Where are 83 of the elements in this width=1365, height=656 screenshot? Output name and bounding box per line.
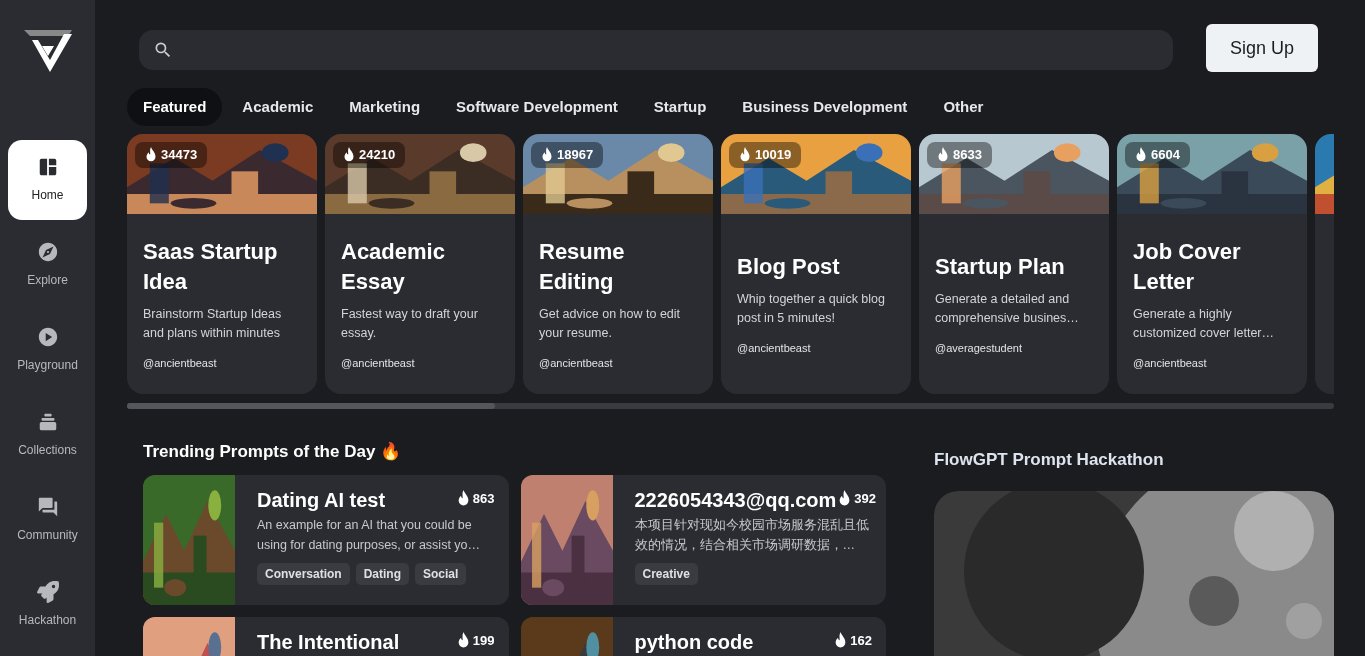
trending-card[interactable]: 2226054343@qq.com 392 本项目针对现如今校园市场服务混乱且低效的情况，结合相关市场调研数据，… Creative: [520, 474, 886, 605]
nav-item[interactable]: Community: [8, 480, 87, 560]
tag[interactable]: Conversation: [257, 562, 350, 585]
tag[interactable]: Social: [415, 562, 467, 585]
nav-item[interactable]: Playground: [8, 310, 87, 390]
view-count: 34473: [161, 146, 198, 164]
card-description: Generate a detailed and comprehensive busines…: [935, 290, 1080, 327]
card-title: The Intentional: [257, 629, 400, 655]
search-field[interactable]: [139, 30, 1173, 70]
flame-icon: [343, 147, 355, 163]
prompt-card[interactable]: 34473 Saas Startup Idea Brainstorm Startup Ideas and plans within minutes @ancientbeast: [127, 134, 317, 394]
card-description: An example for an AI that you could be using for dating purposes, or assist yo…: [257, 516, 482, 554]
card-title: Saas Startup Idea: [143, 237, 279, 296]
flame-icon: [937, 147, 949, 163]
tag[interactable]: Dating: [355, 562, 410, 585]
flame-icon: [838, 490, 852, 507]
view-count: 162: [850, 631, 872, 650]
sign-up-button[interactable]: Sign Up: [1206, 24, 1318, 72]
prompt-card[interactable]: 8633 Startup Plan Generate a detailed and comprehensive busines… @averagestudent: [919, 134, 1109, 394]
flame-icon: [739, 147, 751, 163]
card-title: Academic Essay: [341, 237, 446, 296]
card-author: @averagestudent: [935, 340, 1023, 356]
card-description: Generate a highly customized cover letter…: [1133, 305, 1276, 342]
view-count: 10019: [755, 146, 792, 164]
view-count: 863: [472, 489, 495, 508]
view-count: 24210: [359, 146, 396, 164]
scrollbar-thumb[interactable]: [127, 403, 495, 409]
card-description: Whip together a quick blog post in 5 minutes!: [737, 290, 886, 327]
card-title: Job Cover Letter: [1133, 237, 1242, 296]
trending-card[interactable]: python code 162: [520, 616, 886, 656]
card-title: Resume Editing: [539, 237, 626, 296]
card-author: @ancientbeast: [341, 355, 416, 371]
category-tab[interactable]: Marketing: [333, 88, 437, 126]
category-tab[interactable]: Other: [927, 88, 1000, 126]
card-author: @ancientbeast: [539, 355, 614, 371]
prompt-card[interactable]: 24210 Academic Essay Fastest way to draft your essay. @ancientbeast: [325, 134, 515, 394]
card-title: Startup Plan: [935, 252, 1066, 281]
card-description: Fastest way to draft your essay.: [341, 305, 479, 342]
category-tab[interactable]: Academic: [226, 88, 330, 126]
prompt-card[interactable]: 6604 Job Cover Letter Generate a highly customized cover letter… @ancientbeast: [1117, 134, 1307, 394]
flame-icon: [541, 147, 553, 163]
play-icon: [36, 326, 59, 348]
prompt-card[interactable]: 10019 Blog Post Whip together a quick blog post in 5 minutes! @ancientbeast: [721, 134, 911, 394]
search-icon: [153, 40, 173, 60]
view-count: 199: [472, 631, 495, 650]
category-tab[interactable]: Featured: [127, 88, 223, 126]
flame-icon: [145, 147, 157, 163]
scrollbar-track[interactable]: [127, 403, 1334, 409]
category-tab[interactable]: Startup: [637, 88, 723, 126]
nav-item[interactable]: Hackathon: [8, 565, 87, 645]
category-tab[interactable]: Business Development: [726, 88, 924, 126]
compass-icon: [36, 241, 59, 263]
card-description: 本项目针对现如今校园市场服务混乱且低效的情况，结合相关市场调研数据，…: [634, 516, 870, 554]
card-author: @ancientbeast: [143, 355, 218, 371]
view-count: 6604: [1151, 146, 1180, 164]
nav-item[interactable]: Home: [8, 140, 87, 220]
view-count: 8633: [953, 146, 982, 164]
card-title: Blog Post: [737, 252, 841, 281]
card-title: 2226054343@qq.com: [634, 487, 837, 513]
section-title: Trending Prompts of the Day 🔥: [143, 441, 403, 463]
card-author: @ancientbeast: [737, 340, 812, 356]
flame-icon: [456, 490, 470, 507]
flame-icon: [834, 632, 848, 649]
nav-item[interactable]: Explore: [8, 225, 87, 305]
card-author: @ancientbeast: [1133, 355, 1208, 371]
view-count: 18967: [557, 146, 594, 164]
trending-card[interactable]: Dating AI test 863 An example for an AI that you could be using for dating purposes, or assist yo… Conversation Dating Social: [143, 474, 509, 605]
prompt-card[interactable]: 18967 Resume Editing Get advice on how to edit your resume. @ancientbeast: [523, 134, 713, 394]
card-title: Dating AI test: [257, 487, 386, 513]
card-description: Get advice on how to edit your resume.: [539, 305, 682, 342]
tag[interactable]: Creative: [634, 562, 698, 585]
card-description: Brainstorm Startup Ideas and plans within minutes: [143, 305, 283, 342]
rocket-icon: [36, 581, 59, 603]
logo-icon: [23, 30, 72, 72]
nav-item[interactable]: Collections: [8, 395, 87, 475]
chat-icon: [36, 496, 59, 518]
flame-icon: [1135, 147, 1147, 163]
card-title: python code: [634, 629, 754, 655]
flame-icon: [456, 632, 470, 649]
trending-card[interactable]: The Intentional 199: [143, 616, 509, 656]
category-tab[interactable]: Software Development: [440, 88, 634, 126]
view-count: 392: [854, 489, 877, 508]
section-title: FlowGPT Prompt Hackathon: [934, 449, 1165, 471]
